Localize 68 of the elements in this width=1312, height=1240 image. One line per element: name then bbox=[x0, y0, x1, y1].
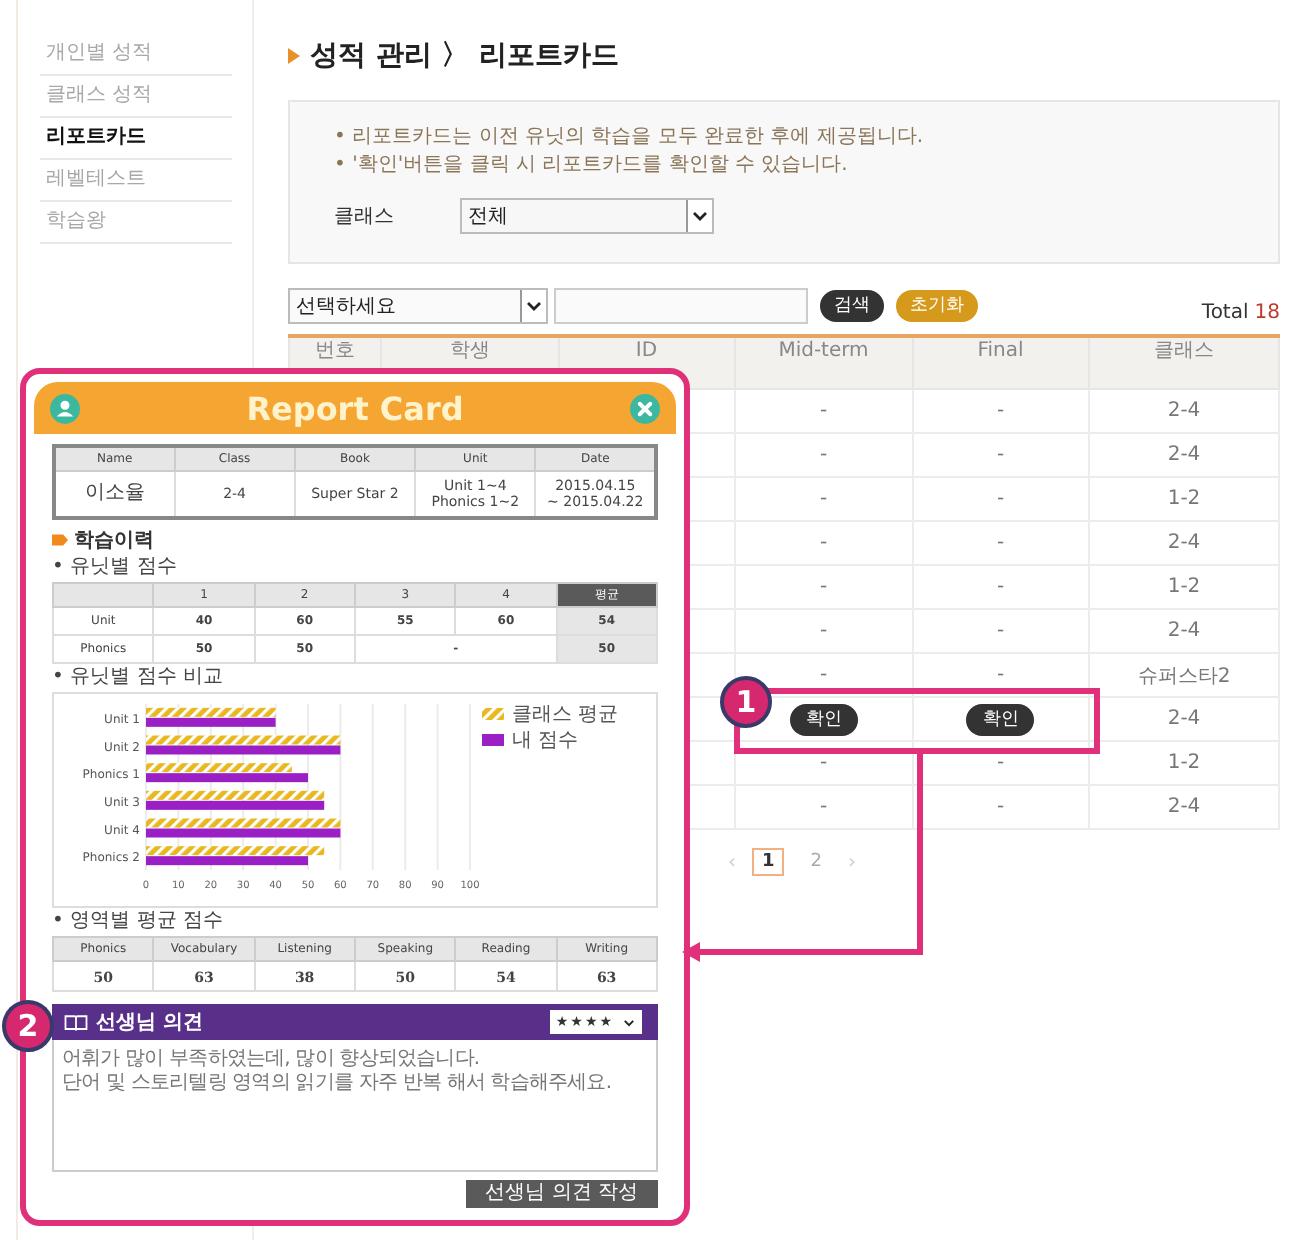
table-cell: 2-4 bbox=[1089, 433, 1279, 477]
table-cell: - bbox=[735, 609, 912, 653]
table-cell: - bbox=[735, 565, 912, 609]
table-cell: - bbox=[912, 565, 1089, 609]
table-cell: 슈퍼스타2 bbox=[1089, 653, 1279, 697]
filter-label: 클래스 bbox=[334, 204, 396, 230]
table-cell: - bbox=[735, 521, 912, 565]
legend-label: 내 점수 bbox=[512, 730, 579, 752]
table-cell: - bbox=[912, 477, 1089, 521]
category-select[interactable]: 선택하세요 bbox=[288, 288, 548, 324]
caret-icon bbox=[690, 206, 710, 226]
table-cell: - bbox=[912, 389, 1089, 433]
legend-swatch bbox=[482, 734, 504, 746]
write-comment-button[interactable]: 선생님 의견 작성 bbox=[465, 1180, 658, 1208]
table-cell: 2-4 bbox=[1089, 609, 1279, 653]
table-cell: - bbox=[912, 741, 1089, 785]
confirm-button[interactable]: 확인 bbox=[966, 703, 1035, 735]
table-cell: 2-4 bbox=[1089, 521, 1279, 565]
total-count: 18 bbox=[1254, 301, 1280, 323]
table-cell: - bbox=[912, 653, 1089, 697]
table-cell: - bbox=[735, 433, 912, 477]
triangle-icon bbox=[288, 48, 300, 64]
comment-text: 단어 및 스토리텔링 영역의 읽기를 자주 반복 해서 학습해주세요. bbox=[62, 1072, 614, 1096]
table-cell: - bbox=[735, 785, 912, 829]
table-cell: 1-2 bbox=[1089, 477, 1279, 521]
table-cell: 2-4 bbox=[1089, 697, 1279, 741]
column-header: Final bbox=[912, 336, 1089, 389]
subsection-heading: • 유닛별 점수 비교 bbox=[52, 666, 225, 690]
close-icon[interactable] bbox=[629, 393, 660, 423]
comment-text-area[interactable]: 어휘가 많이 부족하였는데, 많이 향상되었습니다. 단어 및 스토리텔링 영역의 읽기를 자주 반복 해서 학습해주세요. bbox=[52, 1040, 658, 1172]
table-cell: - bbox=[912, 609, 1089, 653]
caret-icon bbox=[524, 296, 544, 316]
table-cell: - bbox=[912, 521, 1089, 565]
page-link[interactable]: 1 bbox=[752, 848, 785, 876]
comment-text: 어휘가 많이 부족하였는데, 많이 향상되었습니다. bbox=[62, 1048, 482, 1072]
book-icon bbox=[64, 1013, 88, 1031]
total-label: Total bbox=[1201, 301, 1249, 323]
sidebar-item[interactable]: 리포트카드 bbox=[40, 118, 232, 160]
table-cell: - bbox=[735, 741, 912, 785]
table-cell: 1-2 bbox=[1089, 741, 1279, 785]
column-header: Mid-term bbox=[735, 336, 912, 389]
notice-text: • 리포트카드는 이전 유닛의 학습을 모두 완료한 후에 제공됩니다. bbox=[334, 124, 926, 152]
caret-icon bbox=[622, 1015, 636, 1029]
search-field[interactable] bbox=[554, 288, 808, 324]
table-cell: 2-4 bbox=[1089, 389, 1279, 433]
table-cell: - bbox=[912, 433, 1089, 477]
person-icon bbox=[50, 393, 80, 423]
table-cell: - bbox=[912, 785, 1089, 829]
notice-text: • '확인'버튼을 클릭 시 리포트카드를 확인할 수 있습니다. bbox=[334, 152, 850, 180]
page-title: 성적 관리 〉 리포트카드 bbox=[310, 38, 620, 74]
table-cell: 1-2 bbox=[1089, 565, 1279, 609]
table-cell: - bbox=[735, 477, 912, 521]
table-cell: - bbox=[735, 389, 912, 433]
legend-swatch bbox=[482, 708, 504, 720]
column-header: 클래스 bbox=[1089, 336, 1279, 389]
search-button[interactable]: 검색 bbox=[820, 290, 884, 322]
subsection-heading: • 유닛별 점수 bbox=[52, 556, 179, 580]
report-card-title: Report Card bbox=[246, 389, 464, 427]
class-select[interactable]: 전체 bbox=[460, 198, 714, 234]
table-cell: 2-4 bbox=[1089, 785, 1279, 829]
confirm-button[interactable]: 확인 bbox=[789, 703, 858, 735]
subsection-heading: • 영역별 평균 점수 bbox=[52, 910, 225, 934]
table-cell: 이소율 bbox=[54, 471, 175, 518]
legend-label: 클래스 평균 bbox=[512, 704, 619, 726]
tag-icon bbox=[52, 534, 68, 546]
step-badge: 2 bbox=[2, 1000, 54, 1052]
comment-title: 선생님 의견 bbox=[96, 1010, 203, 1036]
section-title: 학습이력 bbox=[74, 528, 154, 554]
